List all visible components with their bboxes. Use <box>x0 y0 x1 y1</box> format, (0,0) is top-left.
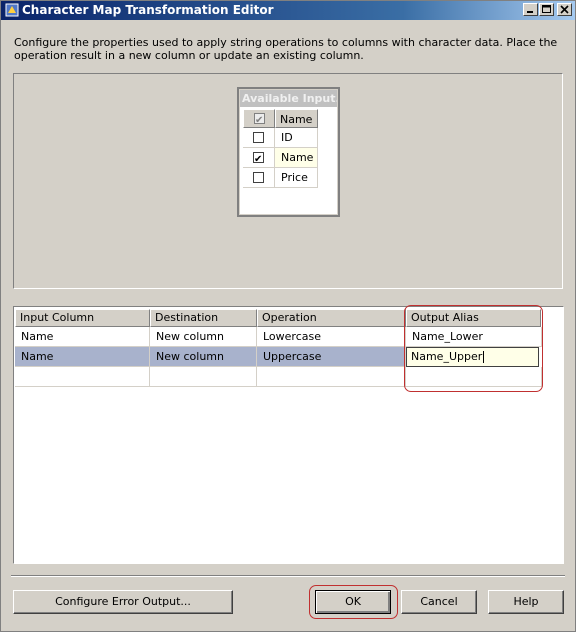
cell-destination[interactable] <box>150 367 257 387</box>
cell-input-column[interactable]: Name <box>15 347 150 367</box>
select-all-checkbox[interactable] <box>254 111 265 130</box>
input-row-check-cell[interactable] <box>243 168 275 188</box>
configure-error-output-button[interactable]: Configure Error Output... <box>13 590 233 614</box>
minimize-icon <box>527 11 533 13</box>
editor-window: Character Map Transformation Editor Conf… <box>0 0 576 632</box>
available-inputs-box[interactable]: Available Input... Name ID Name <box>237 87 340 217</box>
cell-operation[interactable]: Uppercase <box>257 347 406 367</box>
cell-input-column[interactable]: Name <box>15 327 150 347</box>
input-checkbox-name[interactable] <box>253 150 264 169</box>
table-row-new[interactable] <box>15 367 542 387</box>
input-column-name: Name <box>281 151 314 164</box>
cell-output-alias[interactable]: Name_Lower <box>406 327 542 347</box>
header-operation-label: Operation <box>262 311 317 324</box>
close-icon <box>560 5 569 14</box>
input-checkbox-price[interactable] <box>253 172 264 183</box>
available-inputs-title: Available Input... <box>240 90 337 107</box>
close-button[interactable] <box>557 3 572 16</box>
input-row-name-cell: Name <box>275 148 318 168</box>
input-row-name-cell: Price <box>275 168 318 188</box>
output-alias-edit-value: Name_Upper <box>411 350 483 363</box>
header-destination[interactable]: Destination <box>150 309 257 327</box>
header-input-column[interactable]: Input Column <box>15 309 150 327</box>
name-column-header: Name <box>275 109 318 128</box>
maximize-icon <box>542 5 551 13</box>
name-column-header-label: Name <box>280 113 313 126</box>
input-row-check-cell[interactable] <box>243 148 275 169</box>
window-title: Character Map Transformation Editor <box>22 3 274 17</box>
input-row-name-cell: ID <box>275 128 318 148</box>
input-column-name: Price <box>281 171 308 184</box>
output-alias-edit-field[interactable]: Name_Upper <box>406 347 539 367</box>
cancel-button[interactable]: Cancel <box>401 590 477 614</box>
text-caret <box>483 351 485 363</box>
minimize-button[interactable] <box>523 3 538 16</box>
app-icon <box>5 3 19 17</box>
cell-operation[interactable] <box>257 367 406 387</box>
cell-operation[interactable]: Lowercase <box>257 327 406 347</box>
header-destination-label: Destination <box>155 311 219 324</box>
bottom-separator <box>11 575 565 577</box>
input-column-name: ID <box>281 131 293 144</box>
cell-input-column[interactable] <box>15 367 150 387</box>
input-row-check-cell[interactable] <box>243 128 275 148</box>
input-checkbox-id[interactable] <box>253 132 264 143</box>
ok-button[interactable]: OK <box>315 590 391 614</box>
operations-grid[interactable]: Input Column Destination Operation Outpu… <box>13 306 564 564</box>
table-row[interactable]: Name New column Lowercase Name_Lower <box>15 327 542 347</box>
cell-destination[interactable]: New column <box>150 327 257 347</box>
header-output-alias[interactable]: Output Alias <box>406 309 541 327</box>
maximize-button[interactable] <box>539 3 554 16</box>
header-operation[interactable]: Operation <box>257 309 406 327</box>
header-input-column-label: Input Column <box>20 311 95 324</box>
title-bar[interactable]: Character Map Transformation Editor <box>1 1 575 20</box>
select-all-header[interactable] <box>243 109 275 130</box>
cell-output-alias[interactable] <box>406 367 542 387</box>
description-text: Configure the properties used to apply s… <box>14 36 558 62</box>
cell-destination[interactable]: New column <box>150 347 257 367</box>
header-output-alias-label: Output Alias <box>411 311 479 324</box>
help-button[interactable]: Help <box>488 590 564 614</box>
